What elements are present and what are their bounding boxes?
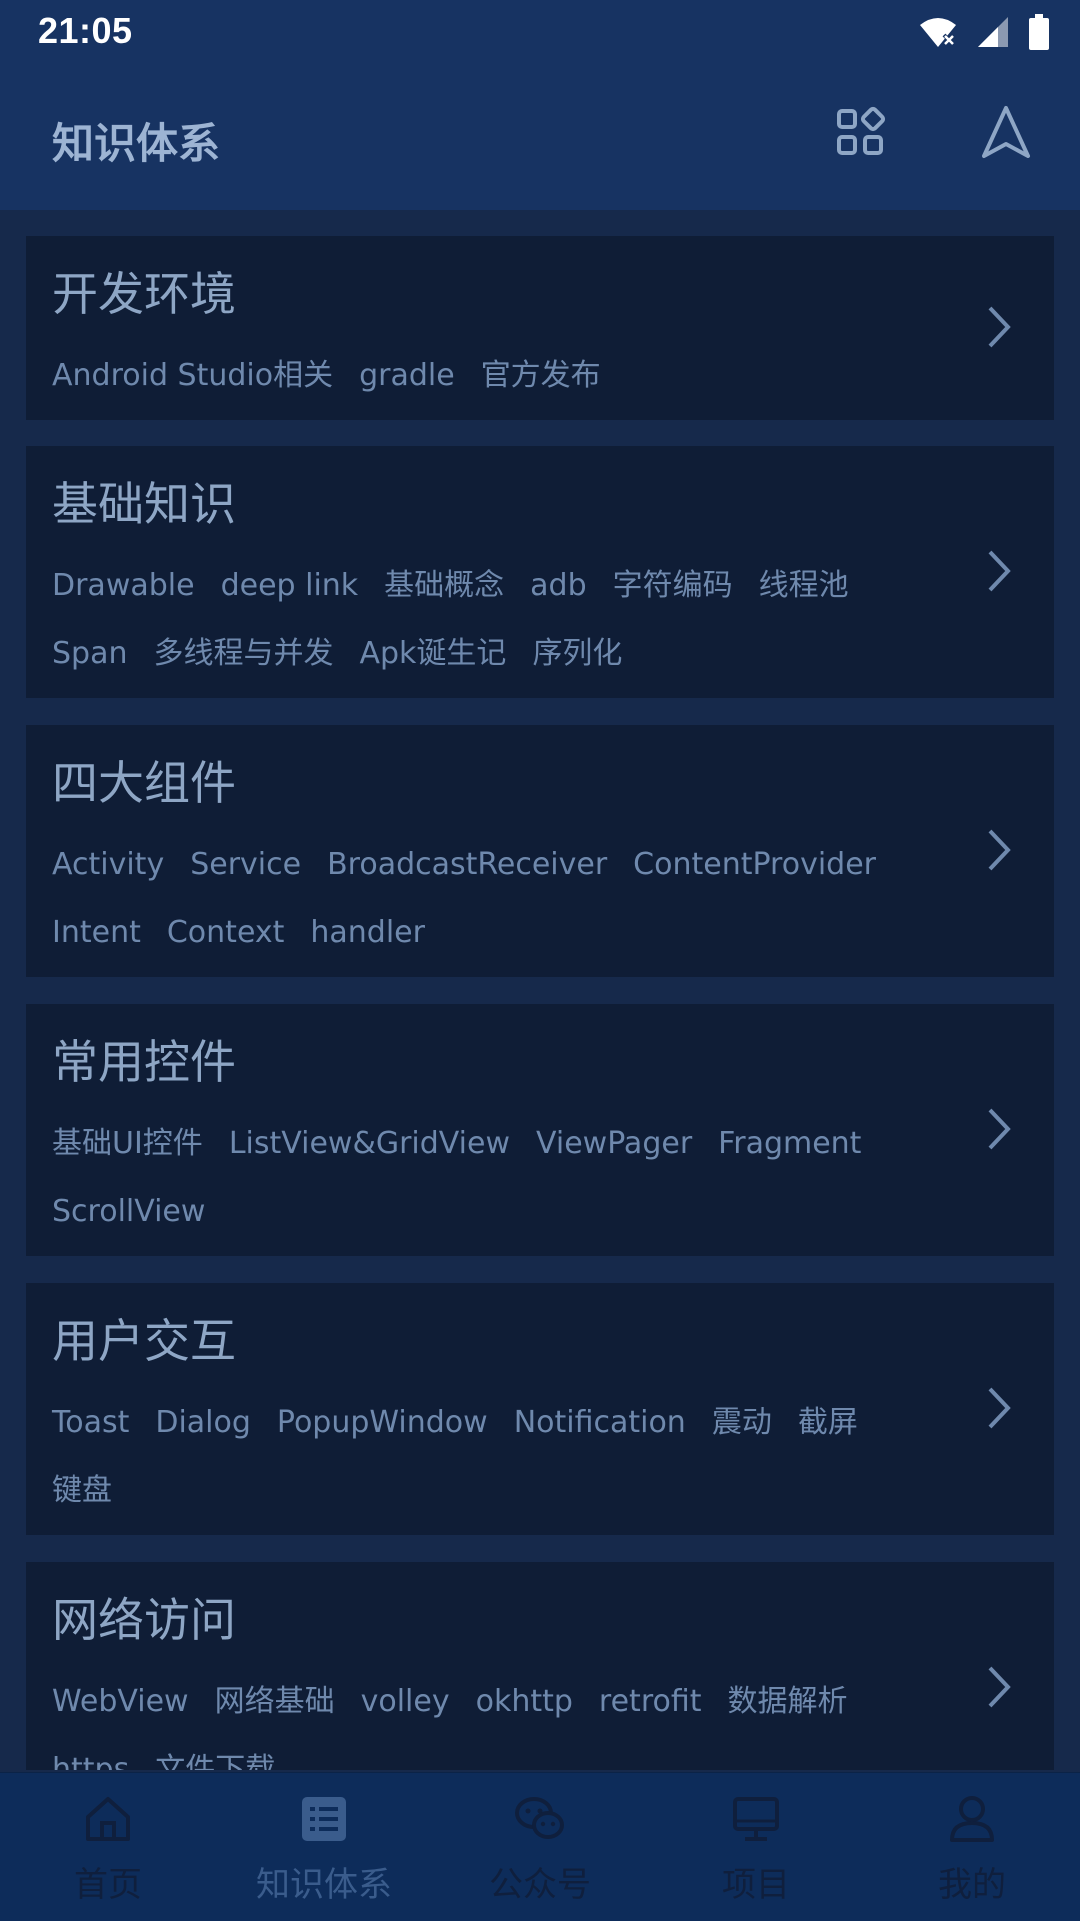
nav-label: 项目 [722,1865,790,1905]
cellular-signal-icon [978,17,1008,47]
tag[interactable]: 网络基础 [215,1668,335,1736]
tag[interactable]: handler [310,899,425,967]
tag[interactable]: ScrollView [52,1178,205,1246]
chevron-right-icon [988,829,1011,871]
apps-button[interactable] [832,104,888,160]
tag[interactable]: Apk诞生记 [359,620,506,688]
tag[interactable]: 官方发布 [481,342,601,410]
nav-item-knowledge[interactable]: 知识体系 [216,1773,432,1921]
tag[interactable]: Drawable [52,552,195,620]
category-title: 开发环境 [52,267,236,321]
category-title: 常用控件 [52,1035,236,1089]
tag[interactable]: Dialog [155,1389,251,1457]
tag[interactable]: 多线程与并发 [153,620,333,688]
tag[interactable]: 基础概念 [384,552,504,620]
chevron-right-icon [988,1666,1011,1708]
tag[interactable]: Span [52,620,127,688]
tag[interactable]: okhttp [476,1668,573,1736]
status-bar: 21:05 [0,0,1080,66]
tag[interactable]: 线程池 [759,552,849,620]
nav-label: 我的 [938,1865,1006,1905]
bottom-navigation: 首页 知识体系 公众号 项目 我的 [0,1772,1080,1921]
tag-list: Drawable deep link 基础概念 adb 字符编码 线程池 Span 多线程与并… [52,552,912,688]
nav-item-wechat[interactable]: 公众号 [432,1773,648,1921]
tag[interactable]: PopupWindow [277,1389,488,1457]
tag-list: WebView 网络基础 volley okhttp retrofit 数据解析 https… [52,1668,912,1770]
wechat-icon [515,1797,564,1839]
tag[interactable]: adb [530,552,586,620]
status-icons [918,14,1050,50]
monitor-icon [733,1797,779,1841]
chevron-right-icon [988,1387,1011,1429]
tag[interactable]: https [52,1736,129,1770]
category-card[interactable]: 四大组件 Activity Service BroadcastReceiver Con… [26,725,1054,977]
tag[interactable]: Context [167,899,285,967]
category-card[interactable]: 用户交互 Toast Dialog PopupWindow Notification 震… [26,1283,1054,1535]
category-title: 用户交互 [52,1314,236,1368]
tag-list: 基础UI控件 ListView&GridView ViewPager Fragment… [52,1110,912,1246]
tag[interactable]: ViewPager [536,1110,692,1178]
category-card[interactable]: 开发环境 Android Studio相关 gradle 官方发布 [26,236,1054,420]
tag[interactable]: 震动 [712,1389,772,1457]
category-title: 四大组件 [52,756,236,810]
chevron-right-icon [988,550,1011,592]
top-app-bar: 21:05 知识体系 [0,0,1080,210]
tag[interactable]: 截屏 [798,1389,858,1457]
nav-label: 知识体系 [256,1865,392,1905]
tag[interactable]: Service [190,831,301,899]
person-icon [950,1796,994,1842]
apps-grid-icon [837,106,886,155]
category-card[interactable]: 基础知识 Drawable deep link 基础概念 adb 字符编码 线程池 Span… [26,446,1054,698]
battery-icon [1029,14,1049,50]
tag[interactable]: Fragment [718,1110,861,1178]
navigate-button[interactable] [978,104,1034,160]
nav-item-profile[interactable]: 我的 [864,1773,1080,1921]
tag[interactable]: 字符编码 [613,552,733,620]
tag[interactable]: ContentProvider [633,831,876,899]
navigation-arrow-icon [982,106,1030,158]
knowledge-list[interactable]: 开发环境 Android Studio相关 gradle 官方发布 基础知识 Dra… [0,210,1080,1770]
chevron-right-icon [988,306,1011,348]
tag[interactable]: Notification [514,1389,686,1457]
tag[interactable]: Toast [52,1389,129,1457]
tag[interactable]: 数据解析 [728,1668,848,1736]
nav-label: 公众号 [489,1865,591,1905]
tag[interactable]: retrofit [599,1668,702,1736]
tag[interactable]: gradle [359,342,455,410]
list-icon [302,1797,346,1841]
tag[interactable]: 文件下载 [155,1736,275,1770]
tag[interactable]: Android Studio相关 [52,342,333,410]
tag[interactable]: 序列化 [532,620,622,688]
wifi-icon [920,18,956,47]
status-time: 21:05 [38,10,133,51]
category-title: 基础知识 [52,477,236,531]
category-card[interactable]: 常用控件 基础UI控件 ListView&GridView ViewPager Fra… [26,1004,1054,1256]
tag-list: Android Studio相关 gradle 官方发布 [52,342,912,410]
nav-item-home[interactable]: 首页 [0,1773,216,1921]
category-title: 网络访问 [52,1593,236,1647]
tag-list: Activity Service BroadcastReceiver ContentP… [52,831,912,967]
tag[interactable]: volley [361,1668,450,1736]
tag[interactable]: BroadcastReceiver [327,831,607,899]
tag[interactable]: deep link [221,552,359,620]
nav-label: 首页 [74,1865,142,1905]
tag-list: Toast Dialog PopupWindow Notification 震动 截屏键盘 [52,1389,912,1525]
tag[interactable]: 基础UI控件 [52,1110,203,1178]
nav-item-projects[interactable]: 项目 [648,1773,864,1921]
tag[interactable]: Activity [52,831,164,899]
tag[interactable]: WebView [52,1668,189,1736]
page-title: 知识体系 [52,119,221,168]
chevron-right-icon [988,1108,1011,1150]
home-icon [86,1797,130,1841]
tag[interactable]: 键盘 [52,1457,112,1525]
tag[interactable]: ListView&GridView [229,1110,510,1178]
tag[interactable]: Intent [52,899,141,967]
category-card[interactable]: 网络访问 WebView 网络基础 volley okhttp retrofit 数据解析… [26,1562,1054,1770]
